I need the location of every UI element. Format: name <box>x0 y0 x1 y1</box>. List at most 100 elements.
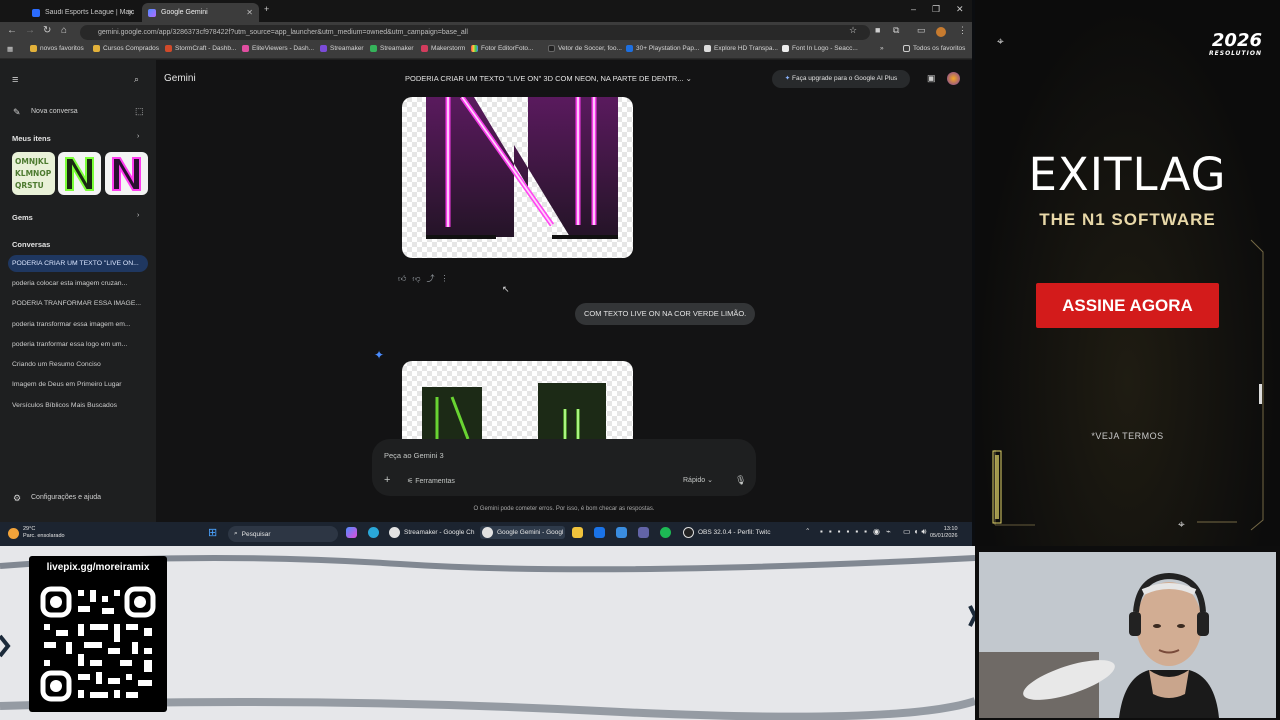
chevron-right-icon[interactable]: › <box>137 212 139 219</box>
livepix-url: livepix.gg/moreiramix <box>46 562 150 573</box>
user-avatar[interactable] <box>947 72 960 85</box>
new-tab-button[interactable]: + <box>264 4 269 14</box>
new-chat-button[interactable]: Nova conversa <box>31 108 78 115</box>
gemini-logo-text[interactable]: Gemini <box>164 73 196 84</box>
taskbar-search[interactable]: ⌕ Pesquisar <box>228 526 338 542</box>
weather-widget[interactable]: 29°C Parc. ensolarado <box>8 526 65 540</box>
conversation-item[interactable]: poderia tranformar essa logo em um... <box>8 336 148 353</box>
tab-google-gemini[interactable]: Google Gemini ✕ <box>142 3 259 22</box>
my-item-thumbnail[interactable] <box>58 152 101 195</box>
bookmark-item[interactable]: Explore HD Transpa... <box>704 45 778 52</box>
prompt-input-box[interactable]: Peça ao Gemini 3 + ⚟ Ferramentas Rápido … <box>372 439 756 496</box>
logo-year: 2026 <box>1211 30 1262 51</box>
profile-avatar[interactable] <box>936 27 946 37</box>
search-icon[interactable]: ⌕ <box>134 74 139 85</box>
conversation-item[interactable]: Versículos Bíblicos Mais Buscados <box>8 397 148 414</box>
share-icon[interactable]: ⤴ <box>427 274 441 283</box>
close-tab-icon[interactable]: ✕ <box>127 8 134 17</box>
bookmark-label: Fotor Editor <box>481 45 515 52</box>
settings-and-help-button[interactable]: Configurações e ajuda <box>31 494 101 501</box>
apps-grid-icon[interactable]: ▦ <box>7 45 13 53</box>
edge-browser-icon[interactable] <box>368 527 383 538</box>
close-tab-icon[interactable]: ✕ <box>246 8 253 17</box>
bookmark-label: 30+ Playstation Pap... <box>636 45 700 52</box>
file-explorer-icon[interactable] <box>572 527 587 538</box>
conversation-item[interactable]: Criando um Resumo Conciso <box>8 356 148 373</box>
thumbs-up-icon[interactable]: 👍︎ <box>398 274 412 283</box>
close-window-icon[interactable]: ✕ <box>956 4 964 15</box>
extensions-puzzle-icon[interactable]: ⧉ <box>893 25 899 36</box>
windows-start-icon[interactable]: ⊞ <box>208 526 217 539</box>
taskbar-clock[interactable]: 13:10 05/01/2026 <box>930 526 958 540</box>
teams-icon[interactable] <box>638 527 653 538</box>
network-volume-icons[interactable]: ▭◖🔊︎ <box>903 527 929 537</box>
bookmark-item[interactable]: Foto... <box>515 45 533 52</box>
taskbar-app-icon[interactable] <box>346 527 361 538</box>
2026-resolution-logo: 2026 RESOLUTION <box>1209 30 1262 58</box>
generated-image-pink-n[interactable] <box>402 97 633 258</box>
gems-heading[interactable]: Gems <box>12 213 33 222</box>
bookmark-label: Todos os favoritos <box>913 45 966 52</box>
store-icon[interactable] <box>616 527 631 538</box>
generated-image-green-n[interactable] <box>402 361 633 439</box>
reload-icon[interactable]: ↻ <box>43 25 51 36</box>
hamburger-menu-icon[interactable]: ≡ <box>12 74 18 86</box>
minimize-icon[interactable]: – <box>911 4 916 14</box>
bookmark-item[interactable]: Fotor Editor <box>471 45 515 52</box>
bookmark-item[interactable]: 30+ Playstation Pap... <box>626 45 699 52</box>
conversation-item[interactable]: PODERIA CRIAR UM TEXTO "LIVE ON... <box>8 255 148 272</box>
more-bookmarks-icon[interactable]: » <box>880 45 884 52</box>
taskbar-app-streamaker[interactable]: Streamaker - Google Ch <box>389 527 474 538</box>
prompt-input[interactable]: Peça ao Gemini 3 <box>384 451 444 460</box>
microphone-icon[interactable]: 🎙︎ <box>735 475 746 486</box>
bookmark-item[interactable]: Cursos Comprados <box>93 45 159 52</box>
chat-title[interactable]: PODERIA CRIAR UM TEXTO "LIVE ON" 3D COM … <box>405 74 692 83</box>
extension-icon[interactable]: ■ <box>875 25 880 35</box>
bookmark-star-icon[interactable]: ☆ <box>849 25 857 36</box>
bookmark-item[interactable]: EliteViewers - Dash... <box>242 45 314 52</box>
maximize-icon[interactable]: ❐ <box>932 4 940 15</box>
my-item-thumbnail[interactable] <box>105 152 148 195</box>
spotify-icon[interactable] <box>660 527 675 538</box>
forward-arrow-icon[interactable]: → <box>25 25 35 36</box>
home-icon[interactable]: ⌂ <box>61 25 67 36</box>
conversation-item[interactable]: poderia transformar essa imagem em... <box>8 316 148 333</box>
thumbs-down-icon[interactable]: 👎︎ <box>412 274 426 283</box>
mode-selector[interactable]: Rápido ⌄ <box>683 476 713 484</box>
bookmark-item[interactable]: Font In Logo - Seacc... <box>782 45 858 52</box>
bookmark-item[interactable]: Makerstorm <box>421 45 465 52</box>
all-bookmarks-folder[interactable]: Todos os favoritos <box>903 45 965 52</box>
conversation-item[interactable]: Imagem de Deus em Primeiro Lugar <box>8 376 148 393</box>
bookmark-item[interactable]: novos favoritos <box>30 45 84 52</box>
upgrade-button[interactable]: ✦ Faça upgrade para o Google AI Plus <box>772 70 910 88</box>
tools-button[interactable]: ⚟ Ferramentas <box>407 477 455 485</box>
bookmark-item[interactable]: Streamaker <box>370 45 414 52</box>
cast-icon[interactable]: ▭ <box>917 25 926 36</box>
gemini-app: ≡ ⌕ ✎ Nova conversa ⬚ Meus itens › OMNJK… <box>0 60 972 522</box>
bookmark-item[interactable]: Vetor de Soccer, foo... <box>548 45 622 52</box>
back-arrow-icon[interactable]: ← <box>7 25 17 36</box>
temporary-chat-icon[interactable]: ⬚ <box>135 106 144 117</box>
mail-icon[interactable] <box>594 527 609 538</box>
more-options-icon[interactable]: ⋮ <box>441 274 455 283</box>
bookmark-item[interactable]: StormCraft - Dashb... <box>165 45 236 52</box>
upgrade-label: Faça upgrade para o Google AI Plus <box>792 75 898 82</box>
conversation-item[interactable]: poderia colocar esta imagem cruzan... <box>8 275 148 292</box>
menu-dots-icon[interactable]: ⋮ <box>958 25 967 36</box>
gift-icon[interactable]: ▣ <box>927 73 936 84</box>
address-bar[interactable]: gemini.google.com/app/3286373cf978422f?u… <box>80 25 870 40</box>
subscribe-now-button[interactable]: ASSINE AGORA <box>1036 283 1219 328</box>
bookmark-item[interactable]: Streamaker <box>320 45 364 52</box>
taskbar-app-gemini[interactable]: Google Gemini - Googl <box>480 526 566 539</box>
bookmark-label: EliteViewers - Dash... <box>252 45 315 52</box>
add-plus-icon[interactable]: + <box>384 474 390 486</box>
bookmark-label: Streamaker <box>330 45 364 52</box>
chevron-right-icon[interactable]: › <box>137 133 139 140</box>
tray-overflow-icon[interactable]: ⌃ <box>805 527 810 535</box>
system-tray-icons[interactable]: ▪▪▪▪▪▪◉⌁ <box>820 527 897 536</box>
tab-saudi-esports[interactable]: Saudi Esports League | Major 3 ✕ <box>26 3 140 22</box>
taskbar-app-obs[interactable]: OBS 32.0.4 - Perfil: Twitc <box>683 527 771 538</box>
my-item-thumbnail[interactable]: OMNJKL KLMNOP QRSTU <box>12 152 55 195</box>
conversation-item[interactable]: PODERIA TRANFORMAR ESSA IMAGE... <box>8 295 148 312</box>
my-items-heading[interactable]: Meus itens <box>12 134 51 143</box>
